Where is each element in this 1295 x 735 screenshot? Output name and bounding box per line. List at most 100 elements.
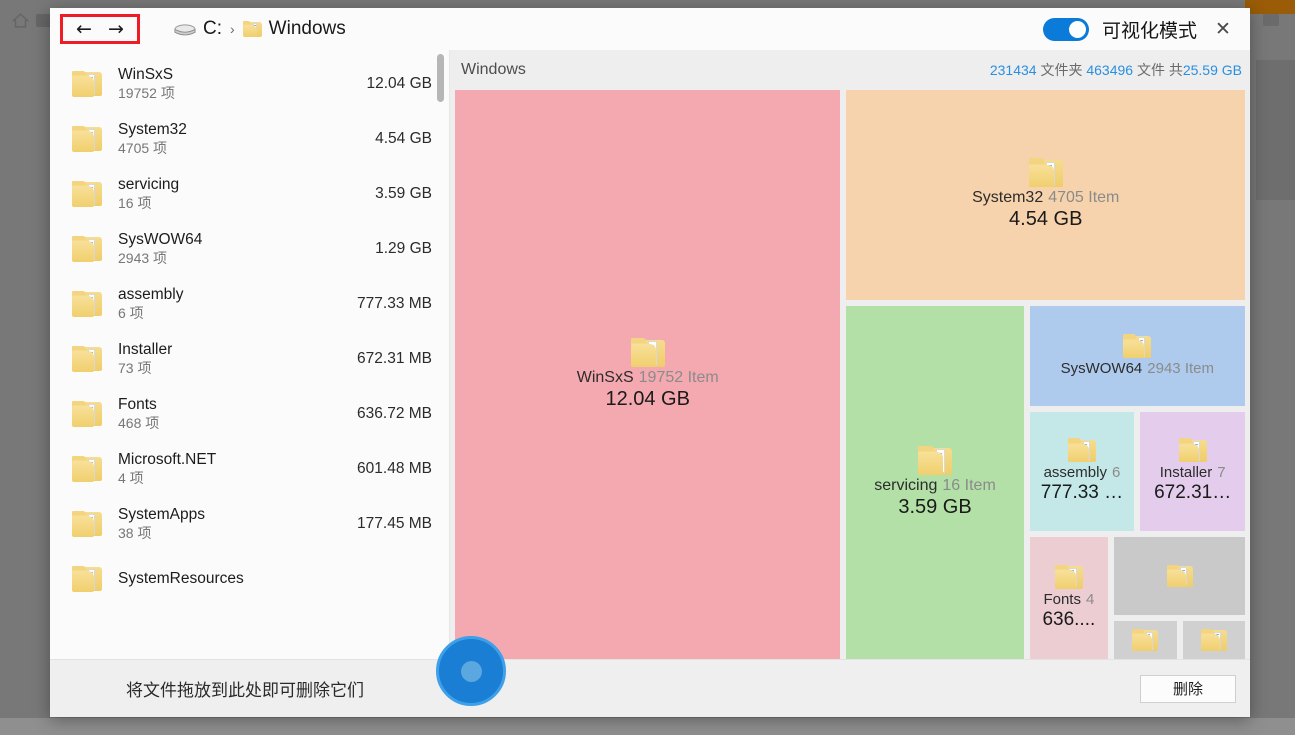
folder-icon bbox=[918, 445, 953, 475]
treemap-tile[interactable]: WinSxS 19752 Item 12.04 GB bbox=[455, 90, 841, 659]
folder-list-item-name: System32 bbox=[118, 120, 187, 138]
folder-list-item[interactable]: SysWOW64 2943 项 1.29 GB bbox=[50, 221, 450, 276]
treemap-tile-size: 4.54 GB bbox=[1009, 208, 1083, 231]
folder-icon bbox=[72, 455, 102, 482]
toggle-knob bbox=[1068, 20, 1086, 38]
folder-list-pane: WinSxS 19752 项 12.04 GB System32 4705 项 4.54 … bbox=[50, 50, 450, 659]
background-accent-bar bbox=[1245, 0, 1295, 14]
folder-icon bbox=[1028, 158, 1063, 188]
stats-total-label: 共 bbox=[1168, 62, 1183, 78]
drive-icon bbox=[174, 21, 196, 37]
folder-icon bbox=[242, 21, 262, 37]
treemap-tile-label: WinSxS 19752 Item bbox=[577, 369, 719, 387]
treemap-tile[interactable]: servicing 16 Item 3.59 GB bbox=[846, 305, 1024, 659]
stats-folder-label: 文件夹 bbox=[1040, 62, 1083, 78]
breadcrumb-folder-label[interactable]: Windows bbox=[269, 18, 346, 40]
folder-list-item-meta: WinSxS 19752 项 bbox=[118, 65, 367, 103]
folder-icon bbox=[72, 235, 102, 262]
folder-list-item-size: 672.31 MB bbox=[357, 349, 432, 367]
treemap-tile[interactable]: Fonts 4 636.... bbox=[1029, 536, 1109, 659]
treemap-tile-name: SysWOW64 bbox=[1060, 360, 1143, 378]
folder-list-item[interactable]: servicing 16 项 3.59 GB bbox=[50, 166, 450, 221]
scrollbar-thumb[interactable] bbox=[437, 54, 444, 102]
folder-icon bbox=[1200, 628, 1227, 651]
folder-icon bbox=[1054, 564, 1083, 589]
folder-icon bbox=[1166, 564, 1193, 587]
treemap-tile-count: 19752 Item bbox=[638, 369, 719, 386]
folder-icon bbox=[72, 345, 102, 372]
folder-list-item-meta: servicing 16 项 bbox=[118, 175, 375, 213]
folder-list-item-meta: System32 4705 项 bbox=[118, 120, 375, 158]
folder-list-item-count: 4705 项 bbox=[118, 139, 168, 156]
treemap-tile[interactable]: assembly 6 777.33 … bbox=[1029, 412, 1135, 531]
treemap-tile[interactable] bbox=[1114, 536, 1245, 615]
treemap-tile-label: SysWOW64 2943 Item bbox=[1061, 360, 1214, 377]
folder-list-item-size: 777.33 MB bbox=[357, 294, 432, 312]
folder-icon bbox=[72, 290, 102, 317]
pane-divider bbox=[449, 50, 450, 659]
folder-icon bbox=[1067, 438, 1096, 463]
folder-list-item[interactable]: WinSxS 19752 项 12.04 GB bbox=[50, 56, 450, 111]
forward-button[interactable]: → bbox=[101, 18, 131, 40]
folder-list-item-size: 177.45 MB bbox=[357, 514, 432, 532]
folder-list-item[interactable]: Fonts 468 项 636.72 MB bbox=[50, 386, 450, 441]
folder-list-item[interactable]: assembly 6 项 777.33 MB bbox=[50, 276, 450, 331]
stats-file-label: 文件 bbox=[1136, 62, 1165, 78]
close-icon[interactable]: ✕ bbox=[1210, 16, 1236, 42]
folder-list-item-size: 601.48 MB bbox=[357, 459, 432, 477]
treemap-tile[interactable] bbox=[1182, 620, 1245, 659]
window-body: WinSxS 19752 项 12.04 GB System32 4705 项 4.54 … bbox=[50, 50, 1250, 659]
breadcrumb-drive-label[interactable]: C: bbox=[203, 18, 222, 40]
treemap-tile[interactable]: System32 4705 Item 4.54 GB bbox=[846, 90, 1245, 300]
folder-list-item-meta: SystemApps 38 项 bbox=[118, 505, 357, 543]
folder-list-item[interactable]: System32 4705 项 4.54 GB bbox=[50, 111, 450, 166]
treemap-tile[interactable]: Installer 7 672.31… bbox=[1140, 412, 1245, 531]
folder-list-item-name: SysWOW64 bbox=[118, 230, 203, 248]
folder-icon bbox=[1132, 628, 1159, 651]
treemap-tile-name: System32 bbox=[972, 189, 1044, 207]
treemap-tile-size: 636.... bbox=[1042, 608, 1096, 630]
folder-list-scrollbar[interactable] bbox=[437, 54, 444, 659]
treemap-tile-name: Fonts bbox=[1043, 590, 1081, 608]
folder-list-item-name: Microsoft.NET bbox=[118, 450, 217, 468]
treemap-tile-label: Fonts 4 bbox=[1043, 591, 1094, 608]
disk-analyzer-window: ← → C: › Windows 可视化模式 ✕ WinSxS 19752 项 … bbox=[50, 8, 1250, 717]
background-home-icon bbox=[12, 13, 29, 28]
drop-target-bar[interactable]: 将文件拖放到此处即可删除它们 删除 bbox=[50, 659, 1250, 717]
folder-icon bbox=[1123, 334, 1152, 359]
folder-list-item[interactable]: Installer 73 项 672.31 MB bbox=[50, 331, 450, 386]
titlebar-right-controls: 可视化模式 ✕ bbox=[1042, 8, 1250, 50]
treemap-stats: 231434 文件夹 463496 文件 共25.59 GB bbox=[990, 60, 1242, 80]
treemap-tile-size: 12.04 GB bbox=[605, 388, 690, 410]
drop-hint-text: 将文件拖放到此处即可删除它们 bbox=[126, 681, 364, 700]
folder-list-item-name: assembly bbox=[118, 285, 184, 303]
treemap-canvas: WinSxS 19752 Item 12.04 GB System32 4705 Ite… bbox=[455, 90, 1245, 659]
visualization-mode-toggle[interactable] bbox=[1042, 17, 1089, 41]
treemap-tile[interactable] bbox=[1114, 620, 1177, 659]
treemap-tile-size: 3.59 GB bbox=[898, 495, 972, 518]
navigation-button-group: ← → bbox=[60, 14, 140, 44]
folder-list: WinSxS 19752 项 12.04 GB System32 4705 项 4.54 … bbox=[50, 50, 450, 606]
cursor-core bbox=[460, 660, 482, 682]
treemap-tile-name: WinSxS bbox=[576, 369, 634, 386]
back-button[interactable]: ← bbox=[69, 18, 99, 40]
folder-icon bbox=[72, 400, 102, 427]
folder-icon bbox=[72, 70, 102, 97]
folder-list-item-name: SystemApps bbox=[118, 505, 206, 523]
treemap-tile-size: 777.33 … bbox=[1040, 482, 1124, 504]
delete-button[interactable]: 删除 bbox=[1140, 674, 1236, 703]
treemap-tile-count: 16 Item bbox=[942, 476, 996, 494]
treemap-title: Windows bbox=[461, 61, 526, 78]
treemap-tile-name: assembly bbox=[1043, 464, 1107, 482]
treemap-tile[interactable]: SysWOW64 2943 Item bbox=[1029, 305, 1245, 407]
folder-list-item-meta: SysWOW64 2943 项 bbox=[118, 230, 375, 268]
folder-list-item[interactable]: Microsoft.NET 4 项 601.48 MB bbox=[50, 441, 450, 496]
treemap-tile-label: Installer 7 bbox=[1160, 464, 1226, 481]
folder-list-item[interactable]: SystemApps 38 项 177.45 MB bbox=[50, 496, 450, 551]
folder-list-item-size: 4.54 GB bbox=[375, 129, 432, 147]
folder-list-item[interactable]: SystemResources bbox=[50, 551, 450, 606]
folder-icon bbox=[72, 125, 102, 152]
treemap-tile-label: servicing 16 Item bbox=[874, 477, 996, 495]
treemap-tile-count: 6 bbox=[1111, 464, 1121, 482]
folder-list-item-name: Fonts bbox=[118, 395, 157, 413]
